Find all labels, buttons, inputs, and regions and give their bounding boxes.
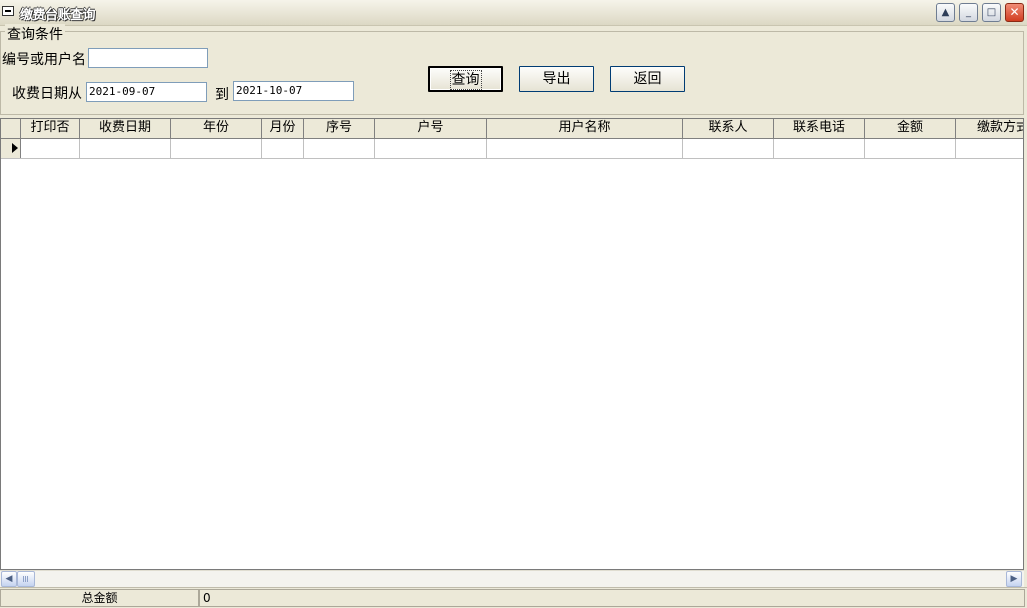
data-grid[interactable]: 打印否 收费日期 年份 月份 序号 户号 用户名称 联系人 联系电话 金额 缴款… <box>0 118 1024 570</box>
cell-year[interactable] <box>171 139 262 158</box>
scroll-up-button[interactable]: ▲ <box>936 3 955 22</box>
header-contact[interactable]: 联系人 <box>683 119 774 138</box>
scroll-left-arrow-icon[interactable]: ◀ <box>1 571 17 587</box>
total-amount-label: 总金额 <box>0 589 199 607</box>
horizontal-scrollbar[interactable]: ◀ ▶ <box>0 570 1024 587</box>
id-or-username-input[interactable] <box>88 48 208 68</box>
system-menu-icon[interactable] <box>2 6 14 16</box>
query-groupbox <box>0 31 1024 115</box>
table-row[interactable] <box>1 139 1023 159</box>
cell-amount[interactable] <box>865 139 956 158</box>
status-bar: 总金额 0 <box>0 587 1027 608</box>
grid-header: 打印否 收费日期 年份 月份 序号 户号 用户名称 联系人 联系电话 金额 缴款… <box>1 119 1023 139</box>
cell-user-name[interactable] <box>487 139 683 158</box>
cell-phone[interactable] <box>774 139 865 158</box>
maximize-button[interactable]: □ <box>982 3 1001 22</box>
search-button[interactable]: 查询 <box>428 66 503 92</box>
header-amount[interactable]: 金额 <box>865 119 956 138</box>
query-group-title: 查询条件 <box>5 24 65 44</box>
header-phone[interactable]: 联系电话 <box>774 119 865 138</box>
header-indicator-cell <box>1 119 21 138</box>
close-button[interactable]: ✕ <box>1005 3 1024 22</box>
id-or-username-label: 编号或用户名 <box>2 52 86 68</box>
window-title: 缴费台账查询 <box>20 8 96 23</box>
cell-account-no[interactable] <box>375 139 487 158</box>
cell-payment-method[interactable] <box>956 139 1023 158</box>
row-indicator-icon <box>1 139 21 158</box>
cell-month[interactable] <box>262 139 304 158</box>
scroll-right-arrow-icon[interactable]: ▶ <box>1006 571 1022 587</box>
header-account-no[interactable]: 户号 <box>375 119 487 138</box>
date-from-label: 收费日期从 <box>12 86 82 102</box>
title-bar[interactable]: 缴费台账查询 ▲ _ □ ✕ <box>0 0 1027 26</box>
minimize-button[interactable]: _ <box>959 3 978 22</box>
cell-contact[interactable] <box>683 139 774 158</box>
header-charge-date[interactable]: 收费日期 <box>80 119 171 138</box>
header-serial[interactable]: 序号 <box>304 119 375 138</box>
header-user-name[interactable]: 用户名称 <box>487 119 683 138</box>
header-payment-method[interactable]: 缴款方式 <box>956 119 1023 138</box>
date-to-label: 到 <box>215 87 229 103</box>
export-button[interactable]: 导出 <box>519 66 594 92</box>
cell-charge-date[interactable] <box>80 139 171 158</box>
header-year[interactable]: 年份 <box>171 119 262 138</box>
back-button[interactable]: 返回 <box>610 66 685 92</box>
scrollbar-thumb[interactable] <box>17 571 35 587</box>
total-amount-value: 0 <box>199 589 1025 607</box>
date-to-input[interactable]: 2021-10-07 <box>233 81 354 101</box>
cell-serial[interactable] <box>304 139 375 158</box>
header-printed[interactable]: 打印否 <box>21 119 80 138</box>
header-month[interactable]: 月份 <box>262 119 304 138</box>
cell-printed[interactable] <box>21 139 80 158</box>
date-from-input[interactable]: 2021-09-07 <box>86 82 207 102</box>
search-button-label: 查询 <box>449 70 482 90</box>
